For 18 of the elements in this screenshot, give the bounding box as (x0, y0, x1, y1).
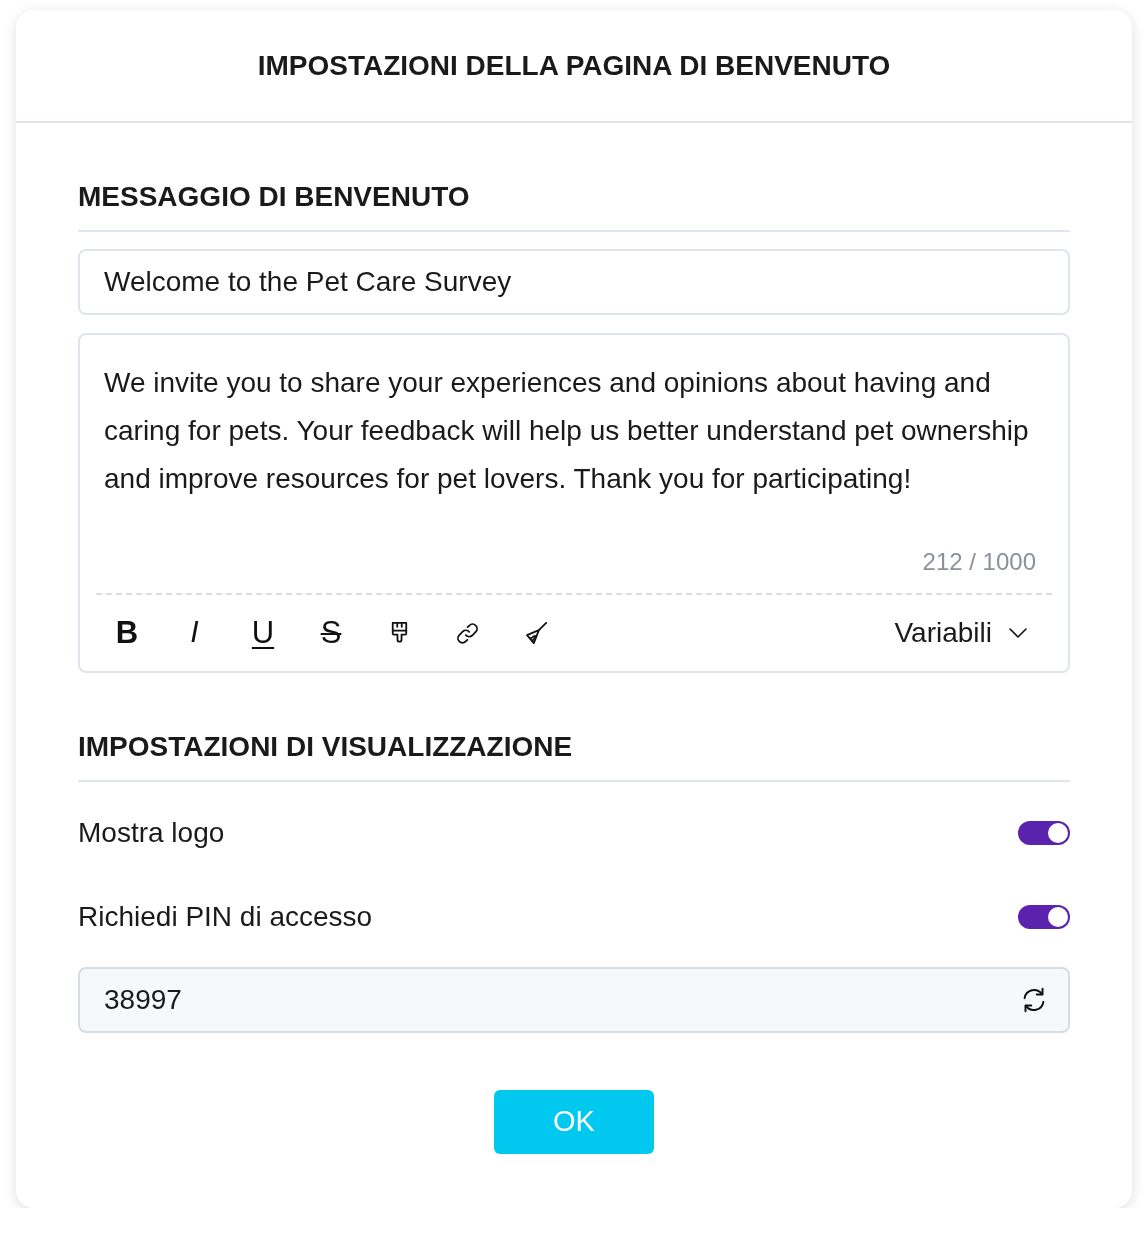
setting-label: Richiedi PIN di accesso (78, 900, 373, 934)
character-counter: 212 / 1000 (922, 547, 1036, 577)
strikethrough-button[interactable]: S (309, 611, 353, 655)
setting-label: Mostra logo (78, 816, 225, 850)
toggle-switch[interactable] (1018, 821, 1070, 845)
toggle-switch[interactable] (1018, 905, 1070, 929)
message-text-field[interactable]: We invite you to share your experiences and opinions about having and caring for pets. Your feedback will help us better understand pet ownership and improve resources for pet lovers. Thank you for participating! (80, 335, 1068, 523)
dialog-title: IMPOSTAZIONI DELLA PAGINA DI BENVENUTO (257, 48, 891, 83)
italic-button[interactable]: I (173, 611, 217, 655)
chevron-down-icon (1008, 627, 1028, 639)
underline-button[interactable]: U (241, 611, 285, 655)
section-heading: MESSAGGIO DI BENVENUTO (78, 180, 1070, 232)
pin-input-field[interactable]: 38997 (78, 967, 1070, 1033)
pin-value: 38997 (104, 983, 182, 1017)
section-heading: IMPOSTAZIONI DI VISUALIZZAZIONE (78, 730, 1070, 782)
variables-dropdown[interactable]: Variabili (894, 612, 1028, 654)
title-input-field[interactable]: Welcome to the Pet Care Survey (78, 249, 1070, 315)
bold-button[interactable]: B (105, 611, 149, 655)
